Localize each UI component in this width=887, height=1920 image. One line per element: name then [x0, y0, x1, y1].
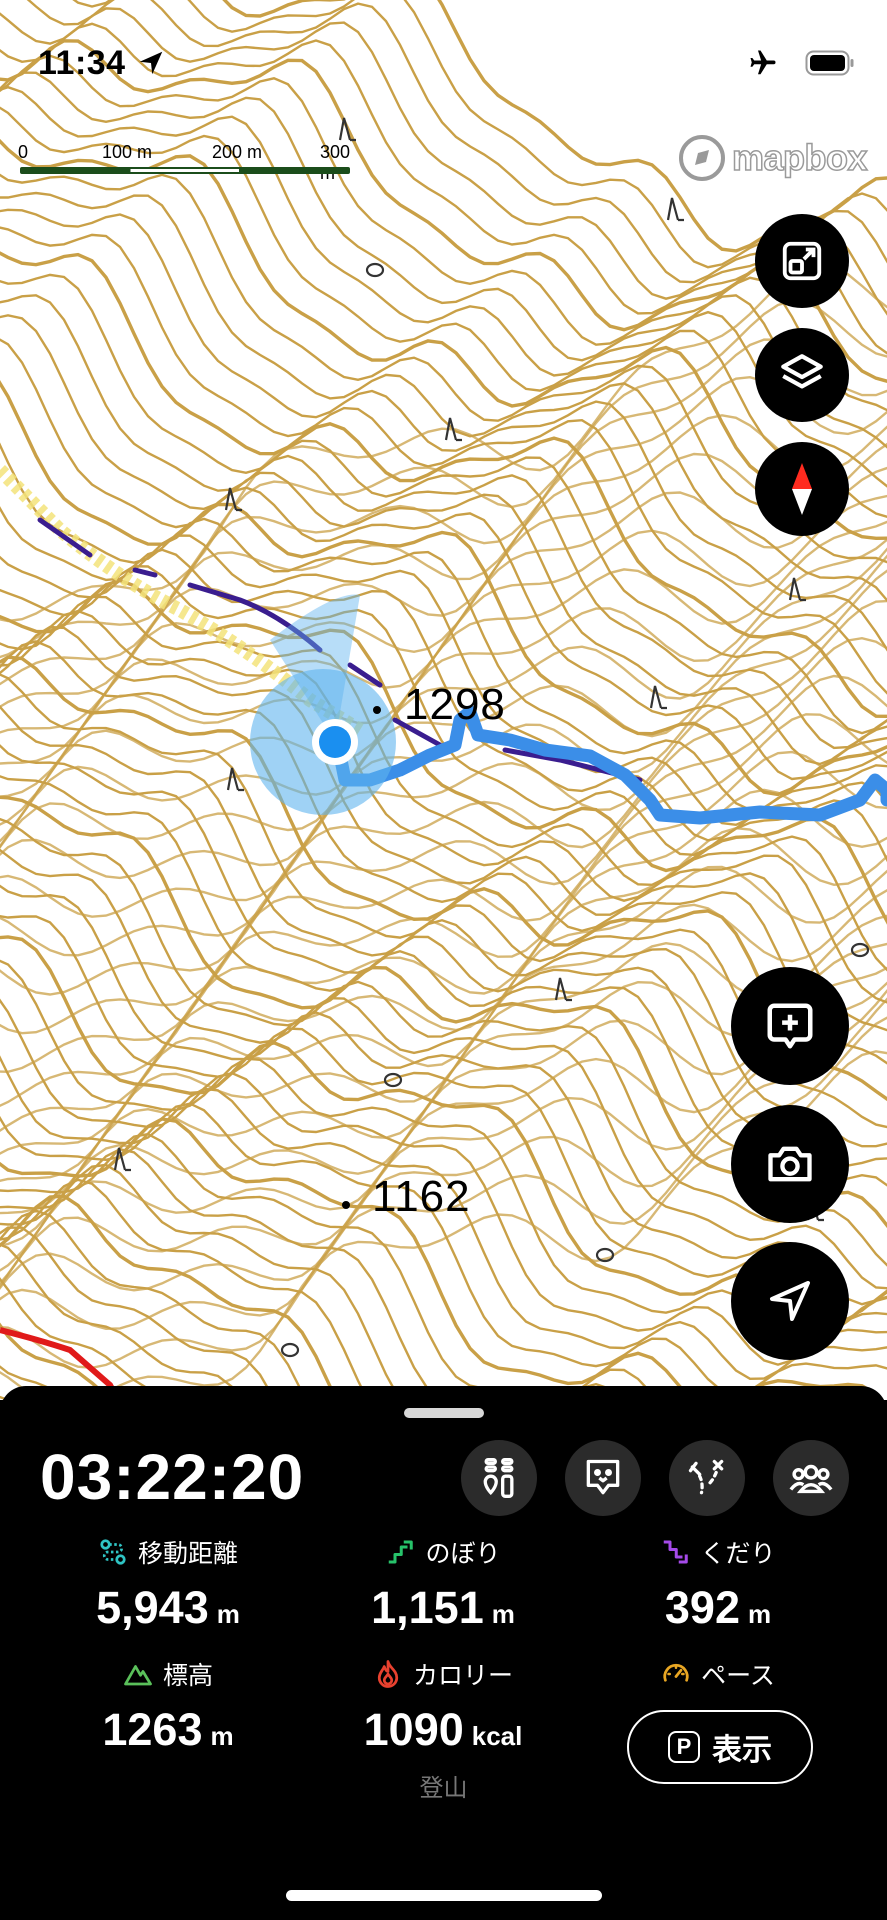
camera-button[interactable] — [731, 1105, 849, 1223]
stat-value: 1,151 — [371, 1582, 484, 1633]
stat-label: カロリー — [412, 1662, 513, 1690]
checkpoint-button[interactable] — [461, 1440, 537, 1516]
mountain-icon — [124, 1665, 152, 1686]
stat-value: 392 — [664, 1582, 740, 1633]
stat-value: 5,943 — [96, 1582, 209, 1633]
activity-type: 登山 — [419, 1775, 468, 1802]
stat-label: ペース — [701, 1662, 775, 1690]
stat-value: 1263 — [102, 1704, 203, 1755]
add-memo-icon — [767, 1003, 813, 1049]
location-arrow-icon — [139, 51, 163, 75]
scale-label: 100 m — [102, 142, 153, 162]
speedometer-icon — [663, 1663, 689, 1682]
stat-unit: m — [210, 1721, 234, 1751]
airplane-icon — [750, 50, 776, 75]
stat-label: 移動距離 — [137, 1540, 238, 1568]
stat-distance: 移動距離 5,943 m — [38, 1534, 298, 1634]
mapbox-logo-icon — [678, 135, 725, 181]
spot-height-label: 1298 — [404, 680, 506, 729]
add-memo-button[interactable] — [731, 967, 849, 1085]
stat-unit: m — [491, 1599, 515, 1629]
stat-unit: m — [216, 1599, 240, 1629]
stat-label: 標高 — [162, 1662, 213, 1690]
scale-label: 200 m — [212, 142, 263, 162]
activity-panel: 03:22:20 移動距離 5,943 m のぼり 1,151 m くだり 392 m — [0, 1386, 887, 1920]
stat-elevation: 標高 1263 m — [38, 1656, 298, 1756]
status-time: 11:34 — [38, 44, 126, 82]
group-button[interactable] — [773, 1440, 849, 1516]
home-indicator[interactable] — [286, 1890, 602, 1901]
route-button[interactable] — [669, 1440, 745, 1516]
checkpoint-icon — [483, 1458, 514, 1498]
sheet-grabber[interactable] — [404, 1408, 484, 1418]
pace-badge: P — [668, 1731, 700, 1763]
navigate-arrow-icon — [770, 1281, 810, 1321]
stat-unit: kcal — [471, 1721, 523, 1751]
group-icon — [789, 1464, 833, 1494]
layers-icon — [781, 354, 823, 389]
stat-unit: m — [747, 1599, 772, 1629]
map-scale-bar: 0 100 m 200 m 300 m — [18, 142, 358, 183]
navigate-button[interactable] — [731, 1242, 849, 1360]
show-button-label: 表示 — [712, 1734, 772, 1767]
bear-alert-icon — [586, 1459, 620, 1495]
map-layers-button[interactable] — [755, 328, 849, 422]
scale-label: 300 m — [320, 142, 351, 183]
map-view[interactable]: 11:34 0 100 m 200 m 300 m mapbox 1298 11… — [0, 0, 887, 1400]
compass-icon — [792, 463, 812, 515]
bear-alert-button[interactable] — [565, 1440, 641, 1516]
stat-pace: ペース — [588, 1656, 848, 1692]
compass-button[interactable] — [755, 442, 849, 536]
stat-ascent: のぼり 1,151 m — [313, 1534, 573, 1634]
stat-descent: くだり 392 m — [588, 1534, 848, 1634]
flame-icon — [377, 1660, 399, 1688]
stat-label: くだり — [700, 1540, 776, 1568]
mapbox-attribution[interactable]: mapbox — [678, 134, 868, 182]
stat-value: 1090 — [363, 1704, 464, 1755]
route-icon — [688, 1459, 724, 1495]
battery-icon — [805, 50, 854, 76]
camera-icon — [768, 1146, 812, 1182]
elapsed-timer: 03:22:20 — [40, 1441, 305, 1513]
stat-label: のぼり — [425, 1540, 501, 1568]
fullscreen-toggle-icon — [782, 241, 822, 281]
distance-icon — [100, 1539, 126, 1565]
stat-calories: カロリー 1090 kcal — [313, 1656, 573, 1756]
ascent-icon — [389, 1540, 414, 1564]
descent-icon — [664, 1540, 689, 1564]
scale-label: 0 — [18, 142, 29, 162]
mapbox-logo-text: mapbox — [731, 136, 868, 179]
fullscreen-toggle-button[interactable] — [755, 214, 849, 308]
spot-height-label: 1162 — [372, 1172, 471, 1221]
